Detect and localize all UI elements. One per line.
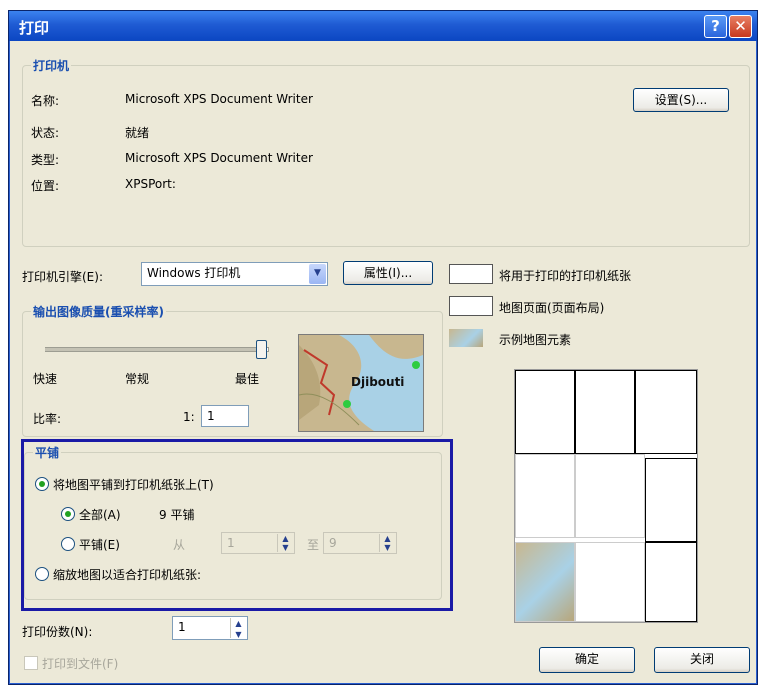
status-label: 状态: xyxy=(31,126,60,140)
ratio-label: 比率: xyxy=(33,412,62,426)
preview-tile xyxy=(575,542,645,622)
map-preview-image: Djibouti xyxy=(298,334,424,432)
name-label: 名称: xyxy=(31,94,60,108)
chevron-down-icon[interactable]: ▼ xyxy=(309,264,326,284)
slider-fill xyxy=(45,348,256,351)
printer-group: 打印机 名称: Microsoft XPS Document Writer 状态… xyxy=(22,57,750,247)
location-value: XPSPort: xyxy=(125,177,176,191)
sample-map-icon xyxy=(449,329,483,347)
type-value: Microsoft XPS Document Writer xyxy=(125,151,313,165)
speed-normal-label: 常规 xyxy=(125,372,150,386)
preview-tile xyxy=(575,454,645,538)
preview-tile xyxy=(515,370,575,454)
tiling-highlight-box xyxy=(21,439,453,611)
copies-value: 1 xyxy=(178,620,186,634)
print-dialog: 打印 ? ✕ 打印机 名称: Microsoft XPS Document Wr… xyxy=(8,10,758,685)
ratio-prefix: 1: xyxy=(183,410,195,424)
ok-button[interactable]: 确定 xyxy=(539,647,635,673)
slider-thumb[interactable] xyxy=(256,340,267,359)
type-label: 类型: xyxy=(31,153,60,167)
location-label: 位置: xyxy=(31,179,60,193)
status-value: 就绪 xyxy=(125,126,150,140)
printer-paper-legend: 将用于打印的打印机纸张 xyxy=(499,269,632,283)
title-bar[interactable]: 打印 ? ✕ xyxy=(9,11,757,41)
close-button[interactable]: 关闭 xyxy=(654,647,750,673)
print-to-file-checkbox[interactable] xyxy=(24,656,38,670)
speed-best-label: 最佳 xyxy=(235,372,260,386)
preview-tile xyxy=(575,370,635,454)
preview-tile xyxy=(515,542,575,622)
printer-paper-swatch xyxy=(449,264,493,284)
printer-group-label: 打印机 xyxy=(31,57,72,74)
quality-slider[interactable] xyxy=(45,340,269,360)
engine-selected-value: Windows 打印机 xyxy=(147,266,241,280)
engine-select[interactable]: Windows 打印机 ▼ xyxy=(141,262,328,286)
speed-fast-label: 快速 xyxy=(33,372,58,386)
properties-button[interactable]: 属性(I)... xyxy=(343,261,433,285)
map-preview-label: Djibouti xyxy=(351,375,405,389)
spinner-arrows-icon[interactable]: ▲ ▼ xyxy=(230,618,246,639)
map-page-legend: 地图页面(页面布局) xyxy=(499,301,605,315)
sample-map-legend: 示例地图元素 xyxy=(499,333,572,347)
preview-tile xyxy=(645,542,697,622)
copies-label: 打印份数(N): xyxy=(22,625,93,639)
copies-spinner[interactable]: 1 ▲ ▼ xyxy=(172,616,248,640)
tile-preview xyxy=(514,369,698,623)
name-value: Microsoft XPS Document Writer xyxy=(125,92,313,106)
quality-group-label: 输出图像质量(重采样率) xyxy=(31,303,166,320)
engine-label: 打印机引擎(E): xyxy=(22,270,103,284)
preview-tile xyxy=(635,370,697,454)
quality-group: 输出图像质量(重采样率) 快速 常规 最佳 比率: 1: 1 Djibouti xyxy=(22,303,443,437)
map-page-swatch xyxy=(449,296,493,316)
ratio-input[interactable]: 1 xyxy=(201,405,249,427)
help-button[interactable]: ? xyxy=(704,15,727,38)
print-to-file-label[interactable]: 打印到文件(F) xyxy=(42,655,118,672)
setup-button[interactable]: 设置(S)... xyxy=(633,88,729,112)
preview-tile xyxy=(515,454,575,538)
preview-tile xyxy=(645,458,697,542)
window-title: 打印 xyxy=(19,19,50,37)
close-window-button[interactable]: ✕ xyxy=(729,15,752,38)
